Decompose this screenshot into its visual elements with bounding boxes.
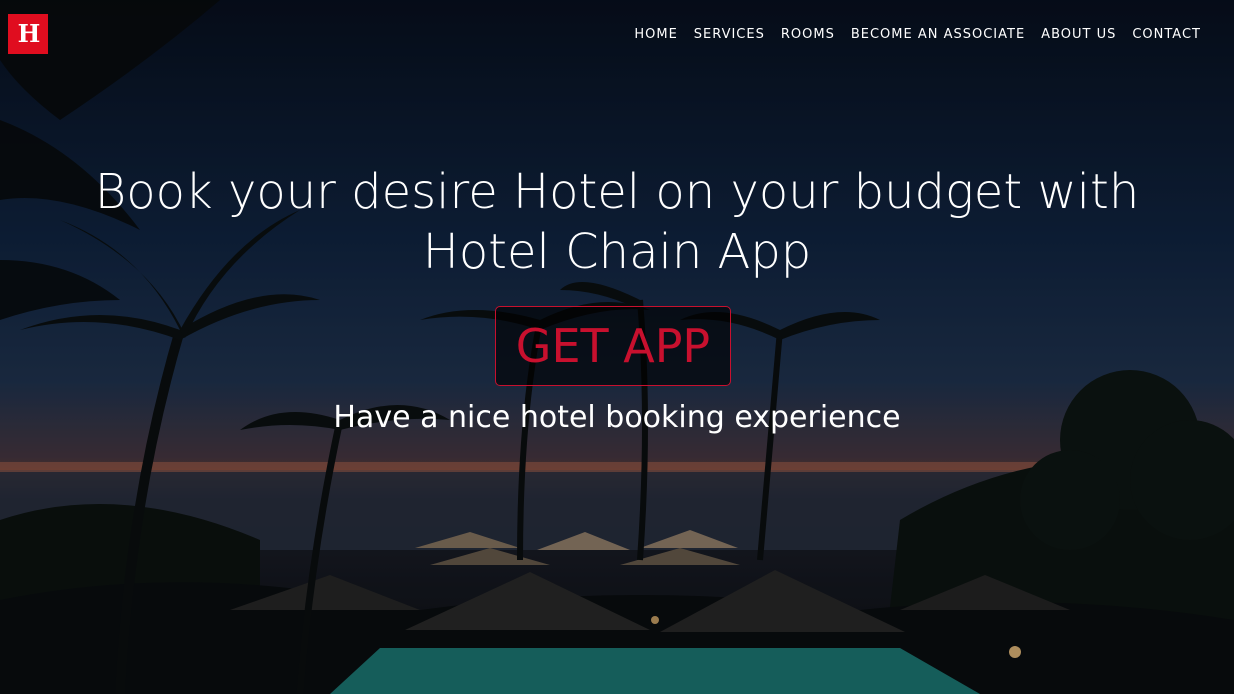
hotel-chain-logo-icon[interactable]: H: [8, 14, 48, 54]
hero-subline: Have a nice hotel booking experience: [333, 400, 901, 435]
nav-item-services[interactable]: SERVICES: [694, 27, 765, 42]
logo-letter: H: [17, 19, 41, 48]
nav-item-become-an-associate[interactable]: BECOME AN ASSOCIATE: [851, 27, 1025, 42]
hero-headline: Book your desire Hotel on your budget wi…: [94, 164, 1140, 280]
main-navigation: HOME SERVICES ROOMS BECOME AN ASSOCIATE …: [634, 27, 1201, 42]
get-app-button[interactable]: GET APP: [495, 306, 731, 386]
nav-item-home[interactable]: HOME: [634, 27, 677, 42]
hero-section: H HOME SERVICES ROOMS BECOME AN ASSOCIAT…: [0, 0, 1234, 694]
nav-item-rooms[interactable]: ROOMS: [781, 27, 835, 42]
nav-item-contact[interactable]: CONTACT: [1132, 27, 1201, 42]
nav-item-about-us[interactable]: ABOUT US: [1041, 27, 1116, 42]
